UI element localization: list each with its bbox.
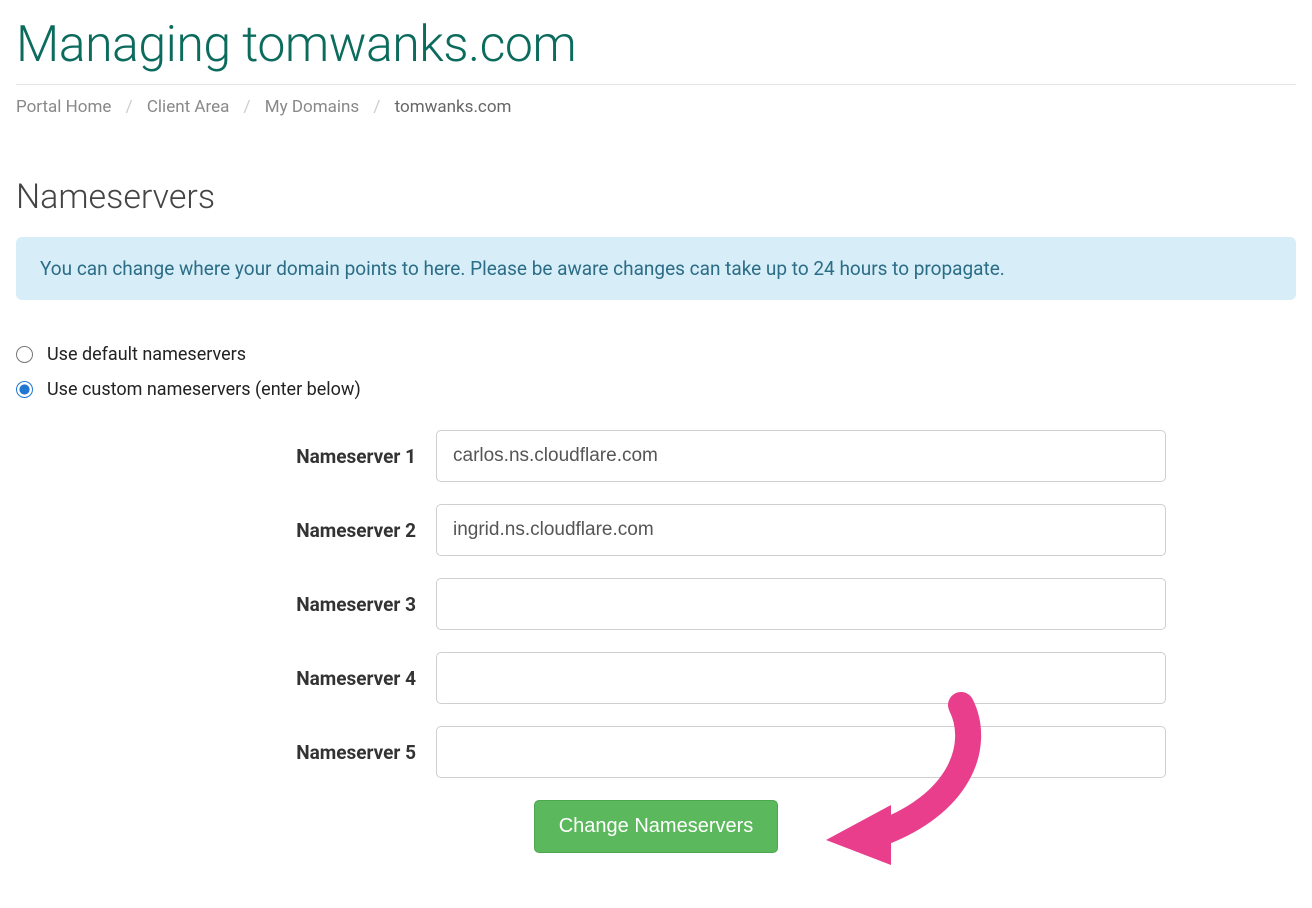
nameserver-row-3: Nameserver 3 xyxy=(16,578,1296,630)
nameserver-mode-group: Use default nameservers Use custom names… xyxy=(16,344,1296,400)
breadcrumb-separator: / xyxy=(373,97,380,117)
breadcrumb-separator: / xyxy=(244,97,251,117)
default-nameservers-option[interactable]: Use default nameservers xyxy=(16,344,1296,365)
default-nameservers-radio[interactable] xyxy=(16,346,33,363)
nameserver-3-input[interactable] xyxy=(436,578,1166,630)
nameserver-row-1: Nameserver 1 xyxy=(16,430,1296,482)
page-title: Managing tomwanks.com xyxy=(16,16,1296,74)
arrow-annotation-icon xyxy=(806,690,1006,870)
nameserver-2-input[interactable] xyxy=(436,504,1166,556)
nameserver-row-4: Nameserver 4 xyxy=(16,652,1296,704)
nameserver-2-label: Nameserver 2 xyxy=(16,519,436,542)
nameserver-1-label: Nameserver 1 xyxy=(16,445,436,468)
breadcrumb-my-domains[interactable]: My Domains xyxy=(265,97,359,117)
nameserver-row-2: Nameserver 2 xyxy=(16,504,1296,556)
submit-row: Change Nameservers xyxy=(16,800,1296,853)
nameserver-4-input[interactable] xyxy=(436,652,1166,704)
nameserver-1-input[interactable] xyxy=(436,430,1166,482)
section-title: Nameservers xyxy=(16,177,1296,217)
breadcrumb-separator: / xyxy=(126,97,133,117)
nameserver-4-label: Nameserver 4 xyxy=(16,667,436,690)
nameserver-form: Nameserver 1 Nameserver 2 Nameserver 3 N… xyxy=(16,430,1296,853)
nameserver-3-label: Nameserver 3 xyxy=(16,593,436,616)
nameserver-5-input[interactable] xyxy=(436,726,1166,778)
change-nameservers-button[interactable]: Change Nameservers xyxy=(534,800,779,853)
nameserver-5-label: Nameserver 5 xyxy=(16,741,436,764)
custom-nameservers-radio[interactable] xyxy=(16,381,33,398)
breadcrumb: Portal Home / Client Area / My Domains /… xyxy=(16,97,1296,117)
default-nameservers-label: Use default nameservers xyxy=(47,344,246,365)
custom-nameservers-option[interactable]: Use custom nameservers (enter below) xyxy=(16,379,1296,400)
breadcrumb-client-area[interactable]: Client Area xyxy=(147,97,229,117)
breadcrumb-current: tomwanks.com xyxy=(395,97,512,117)
info-alert: You can change where your domain points … xyxy=(16,237,1296,300)
nameserver-row-5: Nameserver 5 xyxy=(16,726,1296,778)
breadcrumb-portal-home[interactable]: Portal Home xyxy=(16,97,111,117)
breadcrumb-wrapper: Portal Home / Client Area / My Domains /… xyxy=(16,84,1296,157)
custom-nameservers-label: Use custom nameservers (enter below) xyxy=(47,379,361,400)
